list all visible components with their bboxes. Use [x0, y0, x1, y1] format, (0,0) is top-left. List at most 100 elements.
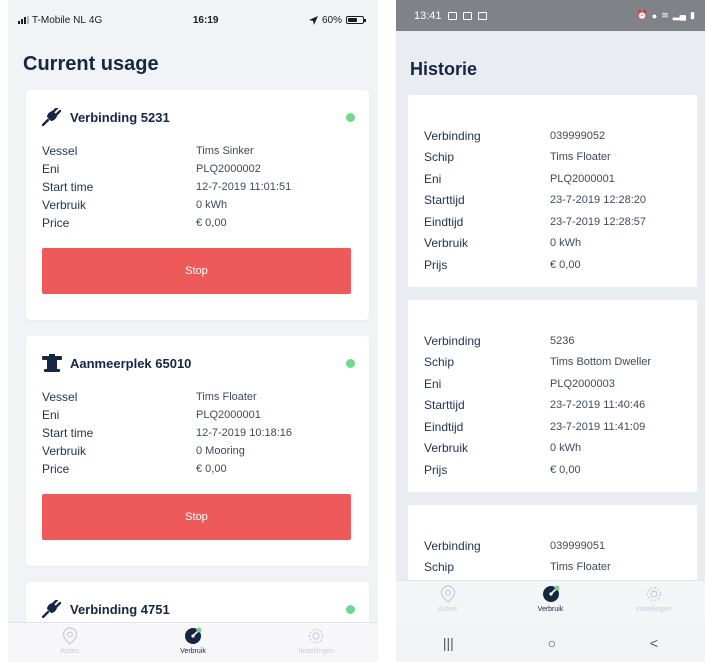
detail-value: 0 kWh: [550, 237, 582, 250]
tab-acties[interactable]: Acties: [8, 623, 131, 662]
tab-label: Acties: [437, 606, 458, 613]
gauge-icon: [542, 585, 559, 602]
card-details: Vessel Tims Floater Eni PLQ2000001 Start t…: [26, 374, 369, 478]
detail-label: Verbinding: [424, 128, 481, 143]
stop-button[interactable]: Stop: [42, 494, 351, 540]
detail-row: Eni PLQ2000002: [42, 160, 369, 178]
carrier-info: T-Mobile NL 4G: [18, 15, 102, 26]
detail-value: Tims Floater: [550, 151, 611, 164]
battery-icon: [346, 16, 366, 24]
back-button[interactable]: <: [650, 635, 658, 651]
stop-button[interactable]: Stop: [42, 248, 351, 294]
detail-label: Schip: [424, 150, 455, 165]
status-left: 13:41: [414, 10, 487, 22]
detail-value: Tims Sinker: [196, 145, 254, 157]
detail-label: Price: [42, 462, 70, 476]
location-pin-icon: [62, 627, 77, 645]
location-pin-icon: [440, 585, 455, 603]
detail-value: 23-7-2019 11:40:46: [550, 399, 646, 412]
historie-screen: 13:41 ⏰ ● ≋ ▂▄ ▮ Historie Verbinding 0399…: [396, 0, 705, 662]
detail-value: 039999052: [550, 129, 606, 142]
detail-label: Verbruik: [42, 444, 87, 458]
detail-row: Price € 0,00: [42, 460, 369, 478]
detail-value: PLQ2000002: [196, 163, 261, 175]
gear-icon: [309, 628, 324, 644]
detail-label: Verbruik: [424, 236, 469, 251]
detail-label: Vessel: [42, 390, 78, 404]
history-card[interactable]: Verbinding 5236 Schip Tims Bottom Dweller …: [408, 300, 697, 492]
detail-row: Eindtijd 23-7-2019 11:41:09: [424, 416, 697, 438]
detail-value: 039999051: [550, 539, 606, 552]
alarm-icon: ⏰: [636, 10, 648, 20]
status-dot: [346, 358, 355, 368]
detail-row: Prijs € 0,00: [424, 459, 697, 481]
detail-value: Tims Floater: [550, 561, 611, 574]
ios-status-bar: T-Mobile NL 4G 16:19 60%: [8, 0, 378, 40]
card-header: Aanmeerplek 65010: [26, 336, 369, 374]
detail-row: Start time 12-7-2019 10:18:16: [42, 424, 369, 442]
detail-label: Eni: [424, 171, 442, 186]
tab-bar: Acties Verbruik Instellingen: [396, 580, 705, 623]
tab-acties[interactable]: Acties: [396, 581, 499, 623]
message-notification-icon: [477, 11, 487, 20]
detail-value: 23-7-2019 12:28:20: [550, 194, 647, 207]
detail-value: 5236: [550, 334, 575, 347]
status-right: 60%: [308, 14, 366, 26]
detail-label: Prijs: [424, 257, 448, 272]
detail-row: Starttijd 23-7-2019 11:40:46: [424, 395, 697, 417]
tab-bar: Acties Verbruik Instellingen: [8, 622, 378, 662]
card-header: Verbinding 4751: [26, 582, 369, 620]
history-details: Verbinding 5236 Schip Tims Bottom Dweller …: [408, 330, 697, 481]
detail-label: Prijs: [424, 462, 448, 477]
detail-label: Schip: [424, 355, 455, 370]
tab-instellingen[interactable]: Instellingen: [255, 623, 378, 662]
detail-label: Starttijd: [424, 193, 465, 208]
detail-value: 0 kWh: [550, 442, 582, 455]
tab-label: Verbruik: [537, 606, 564, 613]
status-right: ⏰ ● ≋ ▂▄ ▮: [637, 10, 695, 21]
location-arrow-icon: [308, 15, 318, 25]
detail-value: PLQ2000001: [196, 409, 261, 421]
history-card[interactable]: Verbinding 039999052 Schip Tims Floater En…: [408, 95, 697, 287]
tab-label: Instellingen: [298, 648, 335, 655]
detail-label: Verbinding: [424, 333, 481, 348]
detail-value: PLQ2000003: [550, 377, 615, 390]
detail-row: Price € 0,00: [42, 214, 369, 232]
mail-notification-icon: [462, 11, 472, 20]
usage-card: Verbinding 5231 Vessel Tims Sinker Eni PLQ…: [26, 90, 369, 320]
detail-label: Eni: [42, 408, 60, 422]
detail-value: 12-7-2019 10:18:16: [196, 427, 293, 439]
detail-row: Verbinding 039999052: [424, 125, 697, 147]
current-usage-screen: T-Mobile NL 4G 16:19 60% Current usage V…: [8, 0, 378, 662]
detail-row: Eni PLQ2000001: [42, 406, 369, 424]
detail-label: Start time: [42, 180, 94, 194]
detail-value: 0 kWh: [196, 199, 228, 211]
battery-icon: ▮: [690, 10, 695, 20]
detail-row: Eindtijd 23-7-2019 12:28:57: [424, 211, 697, 233]
android-nav-bar: ||| ○ <: [396, 623, 705, 662]
card-title: Aanmeerplek 65010: [70, 355, 192, 371]
detail-label: Price: [42, 216, 70, 230]
tab-verbruik[interactable]: Verbruik: [499, 581, 602, 623]
detail-label: Verbinding: [424, 538, 481, 553]
home-button[interactable]: ○: [548, 635, 556, 651]
android-status-bar: 13:41 ⏰ ● ≋ ▂▄ ▮: [396, 0, 705, 31]
tab-instellingen[interactable]: Instellingen: [602, 581, 705, 623]
mooring-icon: [42, 354, 62, 372]
recents-button[interactable]: |||: [443, 635, 454, 651]
gauge-icon: [184, 627, 202, 644]
detail-label: Eni: [42, 162, 60, 176]
detail-label: Starttijd: [424, 398, 465, 413]
detail-label: Verbruik: [424, 441, 469, 456]
status-time: 16:19: [192, 14, 219, 26]
detail-row: Eni PLQ2000001: [424, 168, 697, 190]
detail-row: Vessel Tims Sinker: [42, 142, 369, 160]
card-title: Verbinding 4751: [70, 601, 170, 617]
detail-value: Tims Floater: [196, 391, 257, 403]
tab-label: Acties: [60, 648, 80, 655]
tab-verbruik[interactable]: Verbruik: [131, 623, 254, 662]
plug-icon: [42, 600, 62, 618]
battery-percent: 60%: [321, 14, 342, 26]
detail-label: Schip: [424, 560, 455, 575]
detail-row: Schip Tims Bottom Dweller: [424, 352, 697, 374]
